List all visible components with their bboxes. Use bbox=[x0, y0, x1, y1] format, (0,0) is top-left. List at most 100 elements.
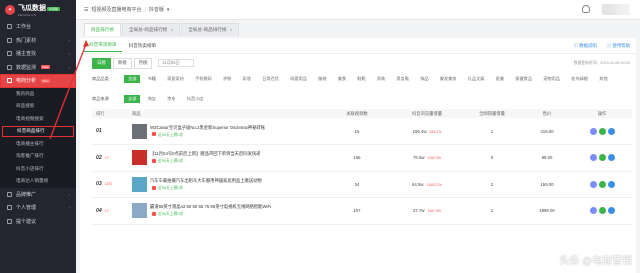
dropdown-icon[interactable]: ▾ bbox=[167, 7, 170, 13]
weekly-button[interactable]: 周榜 bbox=[112, 57, 132, 69]
category-chip[interactable]: 家居家纺 bbox=[163, 75, 188, 83]
source-chip[interactable]: 抖音小店 bbox=[183, 95, 208, 103]
date-picker[interactable] bbox=[158, 59, 195, 67]
col-sales[interactable]: 全网销量增量 bbox=[462, 109, 522, 118]
video-icon[interactable] bbox=[589, 207, 597, 215]
submenu-sales-ranking[interactable]: 电商达人销量榜 bbox=[0, 175, 76, 188]
rank-number: 03 bbox=[96, 181, 102, 188]
category-chip[interactable]: 服装 bbox=[314, 75, 330, 83]
video-icon[interactable] bbox=[589, 154, 597, 162]
sidebar-item-workbench[interactable]: 工作台 bbox=[0, 20, 76, 34]
table-row[interactable]: 02 17 【11月04号0点前后上新】赠品带回下单到当天后同发快递 近90天上榜0次… bbox=[92, 145, 632, 171]
category-chip[interactable]: 美发美妆 bbox=[436, 75, 461, 83]
sidebar-item-brand[interactable]: 品牌推广 › bbox=[0, 188, 76, 202]
source-chip[interactable]: 全部 bbox=[124, 94, 141, 104]
favorite-icon[interactable] bbox=[607, 207, 615, 215]
user-icon bbox=[7, 205, 12, 211]
sidebar-item-personal[interactable]: 个人管理 › bbox=[0, 201, 76, 215]
category-chip[interactable]: 母婴用品 bbox=[286, 75, 311, 83]
category-chip[interactable]: 其他 bbox=[595, 75, 611, 83]
product-thumbnail[interactable] bbox=[132, 150, 147, 166]
video-icon[interactable] bbox=[589, 180, 597, 188]
category-chip[interactable]: 日用百货 bbox=[258, 75, 283, 83]
col-views[interactable]: 抖音浏览量增量 bbox=[392, 109, 462, 118]
usage-help-link[interactable]: ⓘ 使用帮助 bbox=[607, 43, 630, 49]
category-chip[interactable]: 医美 bbox=[492, 75, 508, 83]
subtab-hot-list[interactable]: 抖音热卖榜单 bbox=[124, 40, 162, 52]
table-row[interactable]: 01 W3Caviar宝贝盒子极No.2黑金新Superior Oscletrax… bbox=[92, 118, 632, 145]
analysis-icon[interactable] bbox=[598, 154, 606, 162]
product-thumbnail[interactable] bbox=[132, 123, 147, 139]
submenu-product-search[interactable]: 商品搜索 bbox=[0, 100, 76, 113]
ranking-history-link[interactable]: 近90天上榜0次 bbox=[158, 159, 183, 163]
category-chip[interactable]: 手机数码 bbox=[191, 75, 216, 83]
sidebar-item-label: 电商分析 bbox=[16, 78, 37, 85]
category-chip[interactable]: 男装 bbox=[373, 75, 389, 83]
table-row[interactable]: 04 17 霸道55英寸液晶42 50 60 65 75 85英寸电视机无线网络智能… bbox=[92, 198, 632, 224]
product-name[interactable]: 【11月04号0点前后上新】赠品带回下单到当天后同发快递 bbox=[150, 151, 260, 157]
ranking-history-link[interactable]: 近90天上榜0次 bbox=[158, 186, 183, 190]
category-chip[interactable]: 美食 bbox=[334, 75, 350, 83]
analysis-icon[interactable] bbox=[598, 180, 606, 188]
submenu-taoke-ranking[interactable]: 淘客推广排行 bbox=[0, 150, 76, 163]
category-chip[interactable]: 宠物用品 bbox=[539, 75, 564, 83]
analysis-icon[interactable] bbox=[598, 127, 606, 135]
sidebar-item-ecommerce[interactable]: 电商分析 New ⌄ bbox=[0, 74, 76, 88]
favorite-icon[interactable] bbox=[607, 180, 615, 188]
col-videos[interactable]: 关联视频数 bbox=[322, 109, 392, 118]
store-icon bbox=[152, 132, 156, 137]
source-chip[interactable]: 淘宝 bbox=[144, 95, 160, 103]
category-chip[interactable]: 鞋靴 bbox=[353, 75, 369, 83]
user-avatar[interactable] bbox=[602, 4, 630, 15]
tab-product-ranking[interactable]: 商品排行榜 bbox=[84, 23, 121, 36]
category-chip[interactable]: 保健食品 bbox=[511, 75, 536, 83]
category-chip[interactable]: 彩妆 bbox=[239, 75, 255, 83]
category-chip[interactable]: 花鸟绿植 bbox=[567, 75, 592, 83]
submenu-influencer-ranking[interactable]: 电商播主排行 bbox=[0, 138, 76, 151]
product-name[interactable]: W3Caviar宝贝盒子极No.2黑金新Superior Oscletrax神秘… bbox=[150, 125, 265, 131]
product-thumbnail[interactable] bbox=[132, 203, 147, 219]
data-explain-link[interactable]: ⓘ 数据说明 bbox=[574, 43, 597, 49]
product-name[interactable]: 霸道55英寸液晶42 50 60 65 75 85英寸电视机无线网络智能WiFi bbox=[150, 204, 271, 210]
analysis-icon[interactable] bbox=[598, 207, 606, 215]
ranking-history-link[interactable]: 近90天上榜0次 bbox=[158, 212, 183, 216]
daily-button[interactable]: 日榜 bbox=[92, 57, 111, 69]
sidebar-item-data-monitor[interactable]: 数据监测 New › bbox=[0, 61, 76, 75]
sidebar-item-influencer-search[interactable]: 播主查找 › bbox=[0, 47, 76, 61]
sidebar-item-feedback[interactable]: 提个建议 bbox=[0, 215, 76, 229]
sidebar-item-hot-materials[interactable]: 热门素材 › bbox=[0, 34, 76, 48]
menu-toggle-icon[interactable]: ☰ bbox=[84, 7, 88, 13]
submenu-video-search[interactable]: 电商视频搜索 bbox=[0, 113, 76, 126]
favorite-icon[interactable] bbox=[607, 154, 615, 162]
category-chip[interactable]: 饰品 bbox=[416, 75, 432, 83]
tab-global-ranking-1[interactable]: 全局总-商品排行榜 ✕ bbox=[121, 23, 181, 36]
tab-global-ranking-2[interactable]: 全局总-商品排行榜 ✕ bbox=[181, 23, 240, 36]
tab-label: 全局总-商品排行榜 bbox=[188, 27, 227, 32]
category-chip[interactable]: 礼品文娱 bbox=[464, 75, 489, 83]
video-icon[interactable] bbox=[589, 127, 597, 135]
subtab-sales-list[interactable]: 抖音带货榜单 bbox=[84, 39, 122, 52]
submenu-product-ranking[interactable]: 抖音商品排行 bbox=[1, 125, 75, 138]
breadcrumb-platform[interactable]: 短视频及直播电商平台 bbox=[91, 6, 141, 13]
user-search-icon bbox=[7, 51, 12, 57]
close-icon[interactable]: ✕ bbox=[229, 28, 232, 32]
product-name[interactable]: 汽车车载拍摄汽车出租车大车都用神器家居用品上赠送动物 bbox=[150, 178, 262, 184]
source-chip[interactable]: 京东 bbox=[163, 95, 179, 103]
category-chip[interactable]: 书籍 bbox=[144, 75, 160, 83]
favorite-icon[interactable] bbox=[607, 127, 615, 135]
product-thumbnail[interactable] bbox=[132, 176, 147, 192]
store-icon bbox=[152, 212, 156, 217]
category-chip[interactable]: 全部 bbox=[124, 74, 141, 84]
category-chip[interactable]: 护肤 bbox=[219, 75, 235, 83]
notification-icon[interactable] bbox=[582, 5, 590, 13]
close-icon[interactable]: ✕ bbox=[170, 28, 173, 32]
submenu-my-products[interactable]: 我的商品 bbox=[0, 88, 76, 101]
breadcrumb-version[interactable]: 抖音版 bbox=[149, 6, 164, 13]
ranking-history-link[interactable]: 近90天上榜0次 bbox=[158, 133, 183, 137]
monthly-button[interactable]: 月榜 bbox=[133, 57, 153, 69]
col-price: 售价 bbox=[542, 110, 552, 116]
category-chip[interactable]: 男女鞋 bbox=[392, 75, 413, 83]
table-row[interactable]: 03 1871 汽车车载拍摄汽车出租车大车都用神器家居用品上赠送动物 近90天上榜0次… bbox=[92, 171, 632, 198]
submenu-shop-ranking[interactable]: 抖音小店排行 bbox=[0, 163, 76, 176]
logo[interactable]: ✦ 飞瓜数据 抖音版 FEIGUA.CN bbox=[0, 0, 76, 20]
